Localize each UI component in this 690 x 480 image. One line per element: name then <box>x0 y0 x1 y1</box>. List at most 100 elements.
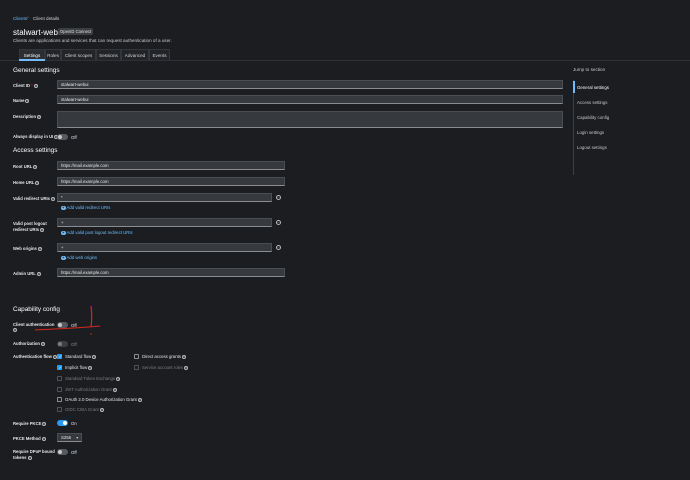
implicit-flow-label: Implicit flow? <box>65 365 93 370</box>
authorization-switch[interactable] <box>57 341 68 347</box>
tab-events[interactable]: Events <box>149 49 170 60</box>
jump-active-indicator <box>573 81 575 93</box>
jump-to-section-panel: Jump to section General settings Access … <box>566 61 690 480</box>
direct-access-label: Direct access grants? <box>142 354 186 359</box>
access-settings-title: Access settings <box>13 147 58 154</box>
help-icon[interactable]: ? <box>35 180 40 185</box>
capability-config-title: Capability config <box>13 306 60 313</box>
help-icon[interactable]: ? <box>33 83 38 88</box>
admin-url-label: Admin URL? <box>13 271 41 276</box>
plus-circle-icon: + <box>61 229 66 236</box>
help-icon[interactable]: ? <box>40 341 45 346</box>
jump-track <box>573 80 574 175</box>
post-logout-label-2: redirect URIs? <box>13 227 45 232</box>
web-origins-field[interactable]: + <box>57 243 272 252</box>
help-icon[interactable]: ? <box>27 455 32 460</box>
standard-flow-label: Standard flow? <box>65 354 97 359</box>
add-web-origins-link[interactable]: + Add web origins <box>61 255 97 261</box>
post-logout-field[interactable]: + <box>57 218 272 227</box>
valid-redirect-field[interactable]: * <box>57 193 272 202</box>
jwt-grant-label: JWT Authorization Grant? <box>65 387 117 392</box>
web-origins-label: Web origins? <box>13 246 42 251</box>
token-exchange-checkbox[interactable] <box>57 376 62 381</box>
tab-client-scopes[interactable]: Client scopes <box>61 49 96 60</box>
general-settings-title: General settings <box>13 67 60 74</box>
jump-general-settings[interactable]: General settings <box>577 85 609 90</box>
remove-redirect-icon[interactable]: − <box>276 195 281 200</box>
help-icon[interactable]: ? <box>13 328 17 332</box>
help-icon[interactable]: ? <box>184 365 189 370</box>
tab-advanced[interactable]: Advanced <box>121 49 149 60</box>
tab-sessions[interactable]: Sessions <box>96 49 121 60</box>
jwt-grant-checkbox[interactable] <box>57 387 62 392</box>
jump-login-settings[interactable]: Login settings <box>577 130 604 135</box>
home-url-label: Home URL? <box>13 180 40 185</box>
service-account-label: Service account roles? <box>142 365 189 370</box>
help-icon[interactable]: ? <box>36 271 41 276</box>
help-icon[interactable]: ? <box>88 365 93 370</box>
plus-circle-icon: + <box>61 204 66 211</box>
pkce-method-value: S256 <box>61 435 72 440</box>
client-id-field[interactable]: stalwart-webui <box>57 80 563 89</box>
dpop-switch[interactable] <box>57 449 68 455</box>
standard-flow-checkbox[interactable] <box>57 354 62 360</box>
help-icon[interactable]: ? <box>33 164 38 169</box>
implicit-flow-checkbox[interactable] <box>57 365 62 371</box>
pkce-state: On <box>71 421 77 426</box>
add-post-logout-uri-link[interactable]: + Add valid post logout redirect URIs <box>61 229 133 236</box>
help-icon[interactable]: ? <box>37 114 42 119</box>
jump-access-settings[interactable]: Access settings <box>577 100 608 105</box>
token-exchange-label: Standard Token Exchange? <box>65 376 121 381</box>
help-icon[interactable]: ? <box>181 354 186 359</box>
name-field[interactable]: stalwart-webui <box>57 95 563 104</box>
breadcrumb-clients-link[interactable]: Clients <box>13 16 27 21</box>
remove-post-logout-icon[interactable]: − <box>276 220 281 225</box>
post-logout-label: Valid post logout <box>13 221 47 226</box>
help-icon[interactable]: ? <box>137 397 142 402</box>
help-icon[interactable]: ? <box>116 376 121 381</box>
pkce-switch[interactable] <box>57 420 68 426</box>
help-icon[interactable]: ? <box>51 196 56 201</box>
pkce-method-label: PKCE Method? <box>13 436 46 441</box>
tab-roles[interactable]: Roles <box>45 49 61 60</box>
valid-redirect-label: Valid redirect URIs? <box>13 196 56 201</box>
settings-form: General settings Client ID *? stalwart-w… <box>4 61 564 480</box>
jump-logout-settings[interactable]: Logout settings <box>577 145 607 150</box>
protocol-badge: OpenID Connect <box>58 28 94 35</box>
root-url-field[interactable]: https://mail.example.com <box>57 161 285 170</box>
help-icon[interactable]: ? <box>99 407 104 412</box>
add-redirect-uri-link[interactable]: + Add valid redirect URIs <box>61 204 110 211</box>
ciba-grant-label: OIDC CIBA Grant? <box>65 407 104 412</box>
help-icon[interactable]: ? <box>42 421 47 426</box>
authorization-state: Off <box>71 342 77 347</box>
dpop-label: Require DPoP bound <box>13 449 55 454</box>
help-icon[interactable]: ? <box>40 227 45 232</box>
jump-capability-config[interactable]: Capability config <box>577 115 609 120</box>
home-url-field[interactable]: https://mail.example.com <box>57 177 285 186</box>
breadcrumb-current: Client details <box>33 16 60 21</box>
caret-down-icon: ▼ <box>75 436 79 440</box>
direct-access-checkbox[interactable] <box>134 354 139 359</box>
remove-web-origin-icon[interactable]: − <box>276 245 281 250</box>
client-auth-switch[interactable] <box>57 322 68 328</box>
help-icon[interactable]: ? <box>92 354 97 359</box>
root-url-label: Root URL? <box>13 164 38 169</box>
ciba-grant-checkbox[interactable] <box>57 407 62 412</box>
help-icon[interactable]: ? <box>41 436 46 441</box>
always-display-state: Off <box>71 135 77 140</box>
page-title: stalwart-webui <box>13 28 65 37</box>
always-display-label: Always display in UI? <box>13 134 59 139</box>
description-textarea[interactable] <box>57 111 563 128</box>
auth-flow-label: Authentication flow? <box>13 354 57 359</box>
name-label: Name? <box>13 98 30 103</box>
help-icon[interactable]: ? <box>25 98 30 103</box>
admin-url-field[interactable]: https://mail.example.com <box>57 268 285 277</box>
service-account-checkbox[interactable] <box>134 365 139 370</box>
help-icon[interactable]: ? <box>37 246 42 251</box>
dpop-state: Off <box>71 450 77 455</box>
pkce-method-select[interactable]: S256 ▼ <box>57 433 82 442</box>
help-icon[interactable]: ? <box>112 387 117 392</box>
always-display-switch[interactable] <box>57 134 68 140</box>
device-grant-checkbox[interactable] <box>57 397 62 402</box>
dpop-label-2: tokens? <box>13 455 32 460</box>
